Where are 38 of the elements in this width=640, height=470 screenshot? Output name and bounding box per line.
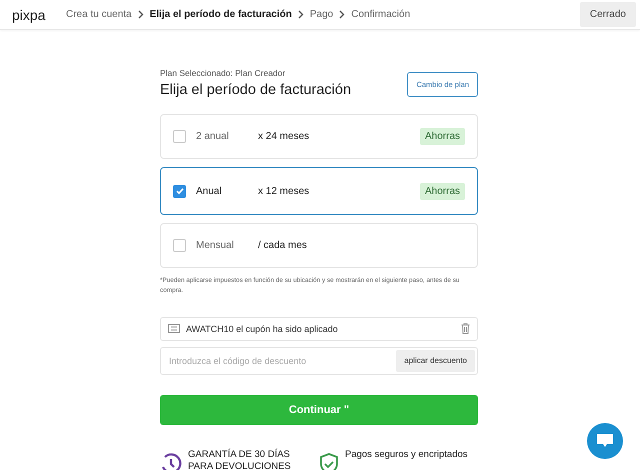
option-term: x 24 meses — [258, 131, 310, 142]
coupon-text: AWATCH10 el cupón ha sido aplicado — [186, 324, 339, 334]
shield-check-icon — [319, 452, 339, 470]
breadcrumb-step[interactable]: Confirmación — [351, 9, 410, 20]
savings-badge: Ahorras — [420, 128, 465, 145]
refund-clock-icon — [160, 452, 182, 470]
chevron-icon — [138, 10, 144, 19]
chat-button[interactable] — [587, 423, 623, 459]
guarantee-text: Pagos seguros y encriptados — [345, 448, 468, 460]
chevron-icon — [339, 10, 346, 19]
breadcrumb-step[interactable]: Crea tu cuenta — [66, 9, 132, 20]
plan-label: Plan Seleccionado: Plan Creador — [160, 68, 286, 78]
checkbox[interactable] — [173, 130, 186, 143]
option-name: Mensual — [196, 240, 235, 251]
ticket-icon — [168, 324, 180, 333]
chevron-icon — [298, 10, 304, 19]
discount-field[interactable]: Introduzca el código de descuento aplicar descuento — [160, 346, 478, 374]
checkmark-icon — [174, 186, 184, 196]
trash-icon[interactable] — [461, 323, 470, 334]
chat-bubble-icon — [596, 433, 614, 449]
option-name: 2 anual — [196, 131, 230, 142]
breadcrumb-step[interactable]: Pago — [310, 9, 334, 20]
checkbox[interactable] — [173, 239, 186, 252]
billing-option[interactable]: Mensual / cada mes — [160, 223, 478, 268]
billing-option[interactable]: Anual x 12 meses Ahorras — [160, 167, 478, 215]
option-name: Anual — [196, 186, 223, 196]
guarantee-text: PARA DEVOLUCIONES — [188, 460, 291, 470]
option-term: x 12 meses — [258, 186, 310, 196]
logo: pixpa — [12, 6, 46, 22]
savings-badge: Ahorras — [420, 182, 465, 200]
option-term: / cada mes — [258, 240, 308, 251]
billing-option[interactable]: 2 anual x 24 meses Ahorras — [160, 114, 478, 159]
checkbox[interactable] — [173, 184, 186, 198]
close-button[interactable]: Cerrado — [580, 2, 636, 27]
apply-discount-button[interactable]: aplicar descuento — [396, 350, 475, 372]
page-title: Elija el período de facturación — [160, 82, 352, 98]
breadcrumb-step[interactable]: Elija el período de facturación — [150, 9, 292, 20]
guarantee-text: GARANTÍA DE 30 DÍAS — [188, 448, 291, 460]
